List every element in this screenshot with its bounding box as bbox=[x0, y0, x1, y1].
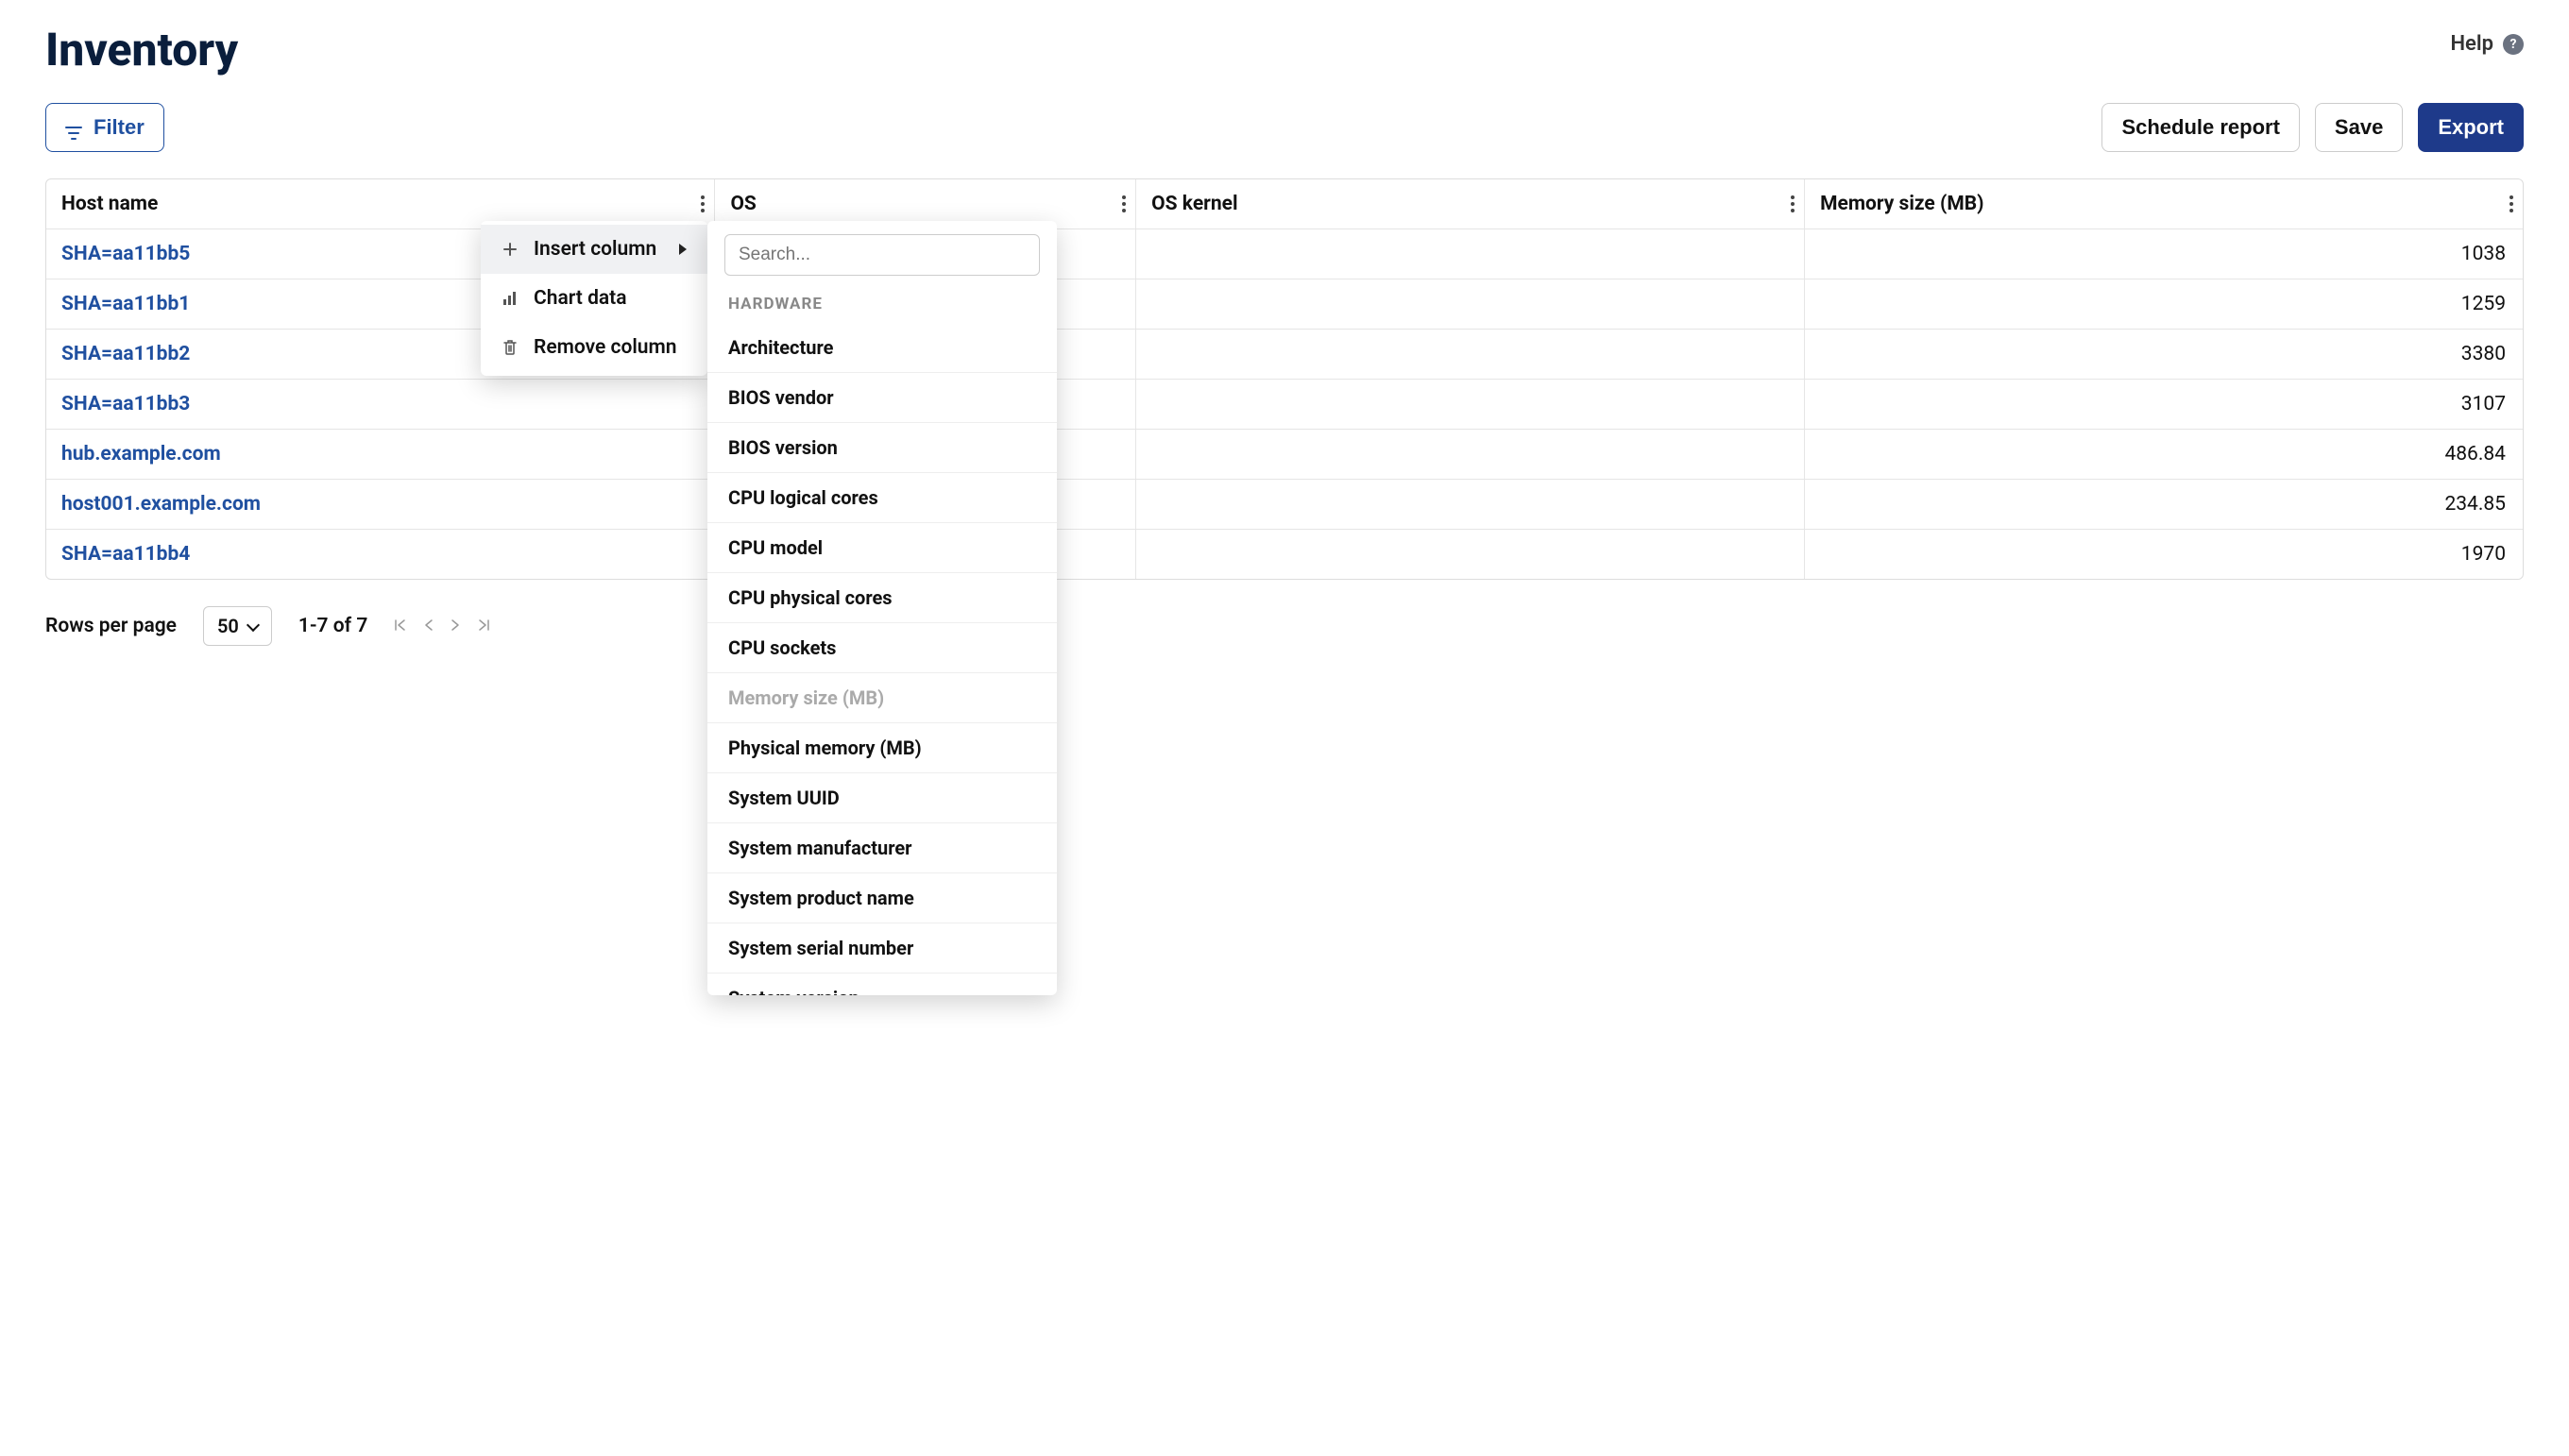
insert-column-submenu: HARDWARE ArchitectureBIOS vendorBIOS ver… bbox=[707, 221, 1057, 995]
memory-cell: 1259 bbox=[1805, 279, 2523, 330]
help-icon: ? bbox=[2503, 34, 2524, 55]
column-header-host-label: Host name bbox=[61, 193, 158, 215]
submenu-item[interactable]: CPU physical cores bbox=[707, 572, 1057, 622]
submenu-section-header: HARDWARE bbox=[707, 289, 1057, 323]
column-header-kernel[interactable]: OS kernel bbox=[1136, 179, 1805, 229]
memory-cell: 3380 bbox=[1805, 330, 2523, 380]
memory-cell: 3107 bbox=[1805, 380, 2523, 430]
page-first-button[interactable] bbox=[394, 617, 407, 636]
table-row: SHA=aa11bb1ubuntu1259 bbox=[46, 279, 2523, 330]
export-button[interactable]: Export bbox=[2418, 103, 2524, 152]
table-row: SHA=aa11bb2suse3380 bbox=[46, 330, 2523, 380]
page-next-button[interactable] bbox=[451, 617, 460, 636]
submenu-search-input[interactable] bbox=[724, 234, 1040, 276]
filter-label: Filter bbox=[94, 115, 145, 140]
help-label: Help bbox=[2450, 32, 2493, 56]
table-row: host001.example.comCentOS 7234.85 bbox=[46, 480, 2523, 530]
table-row: SHA=aa11bb4centos1970 bbox=[46, 530, 2523, 580]
submenu-item[interactable]: CPU logical cores bbox=[707, 472, 1057, 522]
column-header-memory[interactable]: Memory size (MB) bbox=[1805, 179, 2523, 229]
pagination-range: 1-7 of 7 bbox=[298, 615, 367, 637]
submenu-item[interactable]: CPU model bbox=[707, 522, 1057, 572]
column-menu-host[interactable] bbox=[701, 195, 705, 212]
kernel-cell bbox=[1136, 480, 1805, 530]
host-link[interactable]: SHA=aa11bb5 bbox=[61, 243, 190, 265]
kernel-cell bbox=[1136, 530, 1805, 580]
submenu-item[interactable]: Architecture bbox=[707, 323, 1057, 372]
chevron-right-icon bbox=[679, 244, 687, 255]
menu-insert-column[interactable]: Insert column bbox=[481, 225, 707, 274]
kernel-cell bbox=[1136, 279, 1805, 330]
submenu-item[interactable]: System serial number bbox=[707, 923, 1057, 973]
submenu-item[interactable]: System product name bbox=[707, 872, 1057, 923]
help-link[interactable]: Help ? bbox=[2450, 32, 2524, 56]
submenu-item[interactable]: BIOS version bbox=[707, 422, 1057, 472]
column-menu-os[interactable] bbox=[1122, 195, 1126, 212]
rows-per-page-value: 50 bbox=[217, 615, 239, 637]
host-link[interactable]: SHA=aa11bb1 bbox=[61, 293, 190, 315]
submenu-item[interactable]: System UUID bbox=[707, 772, 1057, 822]
host-link[interactable]: host001.example.com bbox=[61, 493, 261, 516]
schedule-report-button[interactable]: Schedule report bbox=[2101, 103, 2299, 152]
chevron-down-icon bbox=[247, 618, 260, 631]
menu-remove-column[interactable]: Remove column bbox=[481, 323, 707, 372]
kernel-cell bbox=[1136, 430, 1805, 480]
rows-per-page-label: Rows per page bbox=[45, 615, 177, 637]
submenu-item[interactable]: System version bbox=[707, 973, 1057, 995]
column-header-kernel-label: OS kernel bbox=[1151, 193, 1237, 215]
memory-cell: 1038 bbox=[1805, 229, 2523, 279]
host-link[interactable]: SHA=aa11bb2 bbox=[61, 343, 190, 365]
kernel-cell bbox=[1136, 229, 1805, 279]
inventory-table: Host name OS OS kernel Memory size (MB) … bbox=[45, 178, 2524, 580]
column-header-memory-label: Memory size (MB) bbox=[1820, 193, 1983, 215]
column-menu-kernel[interactable] bbox=[1791, 195, 1795, 212]
trash-icon bbox=[502, 340, 519, 355]
memory-cell: 486.84 bbox=[1805, 430, 2523, 480]
save-button[interactable]: Save bbox=[2315, 103, 2403, 152]
chart-icon bbox=[502, 292, 519, 305]
table-row: SHA=aa11bb5ubuntu1038 bbox=[46, 229, 2523, 279]
memory-cell: 1970 bbox=[1805, 530, 2523, 580]
memory-cell: 234.85 bbox=[1805, 480, 2523, 530]
menu-insert-column-label: Insert column bbox=[534, 238, 656, 261]
rows-per-page-select[interactable]: 50 bbox=[203, 606, 272, 646]
menu-remove-column-label: Remove column bbox=[534, 336, 677, 359]
table-row: hub.example.comCentOS 7486.84 bbox=[46, 430, 2523, 480]
host-link[interactable]: hub.example.com bbox=[61, 443, 221, 466]
filter-icon bbox=[65, 121, 82, 134]
host-link[interactable]: SHA=aa11bb4 bbox=[61, 543, 190, 566]
column-context-menu: Insert column Chart data Remove column bbox=[481, 221, 707, 376]
kernel-cell bbox=[1136, 330, 1805, 380]
submenu-item[interactable]: CPU sockets bbox=[707, 622, 1057, 672]
menu-chart-data[interactable]: Chart data bbox=[481, 274, 707, 323]
page-prev-button[interactable] bbox=[424, 617, 434, 636]
host-link[interactable]: SHA=aa11bb3 bbox=[61, 393, 190, 415]
submenu-item: Memory size (MB) bbox=[707, 672, 1057, 722]
page-last-button[interactable] bbox=[477, 617, 490, 636]
column-menu-memory[interactable] bbox=[2509, 195, 2513, 212]
filter-button[interactable]: Filter bbox=[45, 103, 164, 152]
kernel-cell bbox=[1136, 380, 1805, 430]
submenu-item[interactable]: BIOS vendor bbox=[707, 372, 1057, 422]
menu-chart-data-label: Chart data bbox=[534, 287, 627, 310]
column-header-os-label: OS bbox=[730, 193, 756, 215]
submenu-item[interactable]: Physical memory (MB) bbox=[707, 722, 1057, 772]
table-row: SHA=aa11bb3debian_pure3107 bbox=[46, 380, 2523, 430]
page-title: Inventory bbox=[45, 23, 238, 76]
plus-icon bbox=[502, 243, 519, 256]
submenu-item[interactable]: System manufacturer bbox=[707, 822, 1057, 872]
